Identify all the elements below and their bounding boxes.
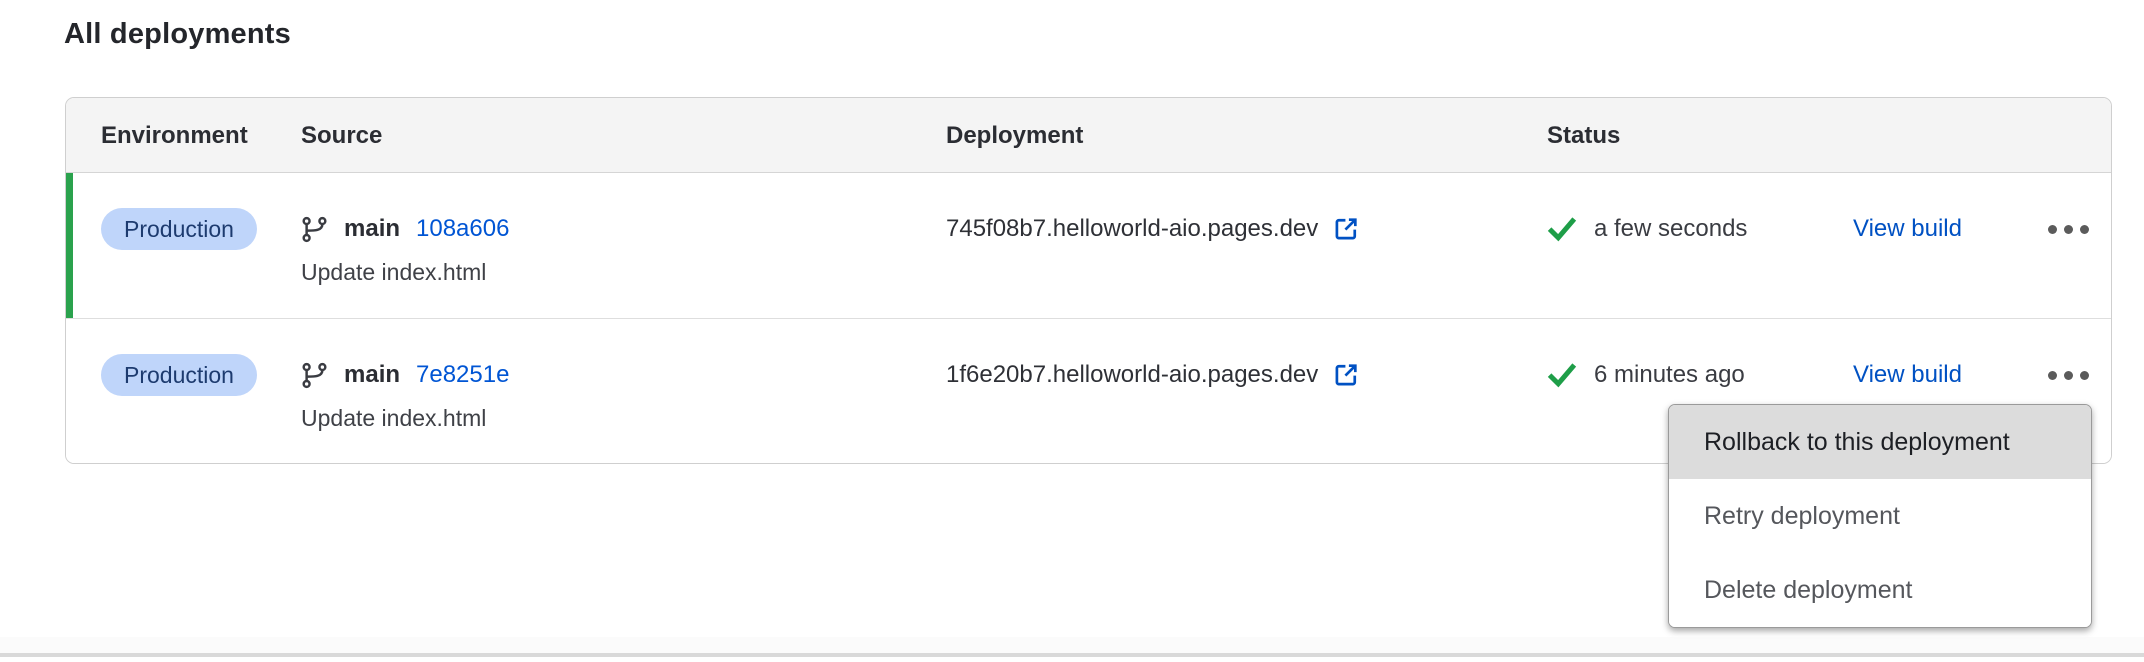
commit-link[interactable]: 108a606 bbox=[416, 215, 509, 243]
current-deployment-indicator bbox=[66, 173, 73, 318]
ellipsis-dot bbox=[2064, 225, 2073, 234]
column-header-environment: Environment bbox=[101, 98, 248, 173]
deployment-cell: 1f6e20b7.helloworld-aio.pages.dev bbox=[946, 354, 1360, 396]
table-row: Production main 108a606 Update index.htm… bbox=[66, 173, 2111, 318]
status-time: a few seconds bbox=[1594, 215, 1747, 243]
git-branch-icon bbox=[301, 362, 328, 389]
footer-band bbox=[0, 637, 2144, 653]
external-link-icon[interactable] bbox=[1332, 361, 1360, 389]
view-build-link[interactable]: View build bbox=[1853, 215, 1962, 243]
check-icon bbox=[1547, 214, 1577, 244]
environment-badge: Production bbox=[101, 208, 257, 250]
ellipsis-dot bbox=[2048, 371, 2057, 380]
column-header-deployment: Deployment bbox=[946, 98, 1083, 173]
ellipsis-dot bbox=[2048, 225, 2057, 234]
source-cell: main 108a606 bbox=[301, 208, 509, 250]
environment-badge: Production bbox=[101, 354, 257, 396]
status-cell: 6 minutes ago bbox=[1547, 354, 1745, 396]
source-cell: main 7e8251e bbox=[301, 354, 509, 396]
ellipsis-dot bbox=[2064, 371, 2073, 380]
deployments-page: All deployments Environment Source Deplo… bbox=[0, 0, 2144, 662]
git-branch-icon bbox=[301, 216, 328, 243]
status-time: 6 minutes ago bbox=[1594, 361, 1745, 389]
ellipsis-dot bbox=[2080, 371, 2089, 380]
commit-message: Update index.html bbox=[301, 405, 486, 432]
deployment-url: 745f08b7.helloworld-aio.pages.dev bbox=[946, 215, 1318, 243]
view-build-link[interactable]: View build bbox=[1853, 361, 1962, 389]
menu-item-rollback[interactable]: Rollback to this deployment bbox=[1669, 405, 2091, 479]
branch-name: main bbox=[344, 215, 400, 243]
commit-message: Update index.html bbox=[301, 259, 486, 286]
menu-item-retry[interactable]: Retry deployment bbox=[1669, 479, 2091, 553]
ellipsis-menu-button[interactable] bbox=[2028, 208, 2108, 250]
view-build-cell: View build bbox=[1853, 354, 1962, 396]
environment-cell: Production bbox=[101, 354, 257, 396]
external-link-icon[interactable] bbox=[1332, 215, 1360, 243]
column-header-status: Status bbox=[1547, 98, 1620, 173]
check-icon bbox=[1547, 360, 1577, 390]
menu-item-delete[interactable]: Delete deployment bbox=[1669, 553, 2091, 627]
commit-link[interactable]: 7e8251e bbox=[416, 361, 509, 389]
view-build-cell: View build bbox=[1853, 208, 1962, 250]
footer-divider bbox=[0, 653, 2144, 657]
table-header-row: Environment Source Deployment Status bbox=[66, 98, 2111, 173]
deployment-cell: 745f08b7.helloworld-aio.pages.dev bbox=[946, 208, 1360, 250]
column-header-source: Source bbox=[301, 98, 382, 173]
ellipsis-dot bbox=[2080, 225, 2089, 234]
deployment-url: 1f6e20b7.helloworld-aio.pages.dev bbox=[946, 361, 1318, 389]
branch-name: main bbox=[344, 361, 400, 389]
status-cell: a few seconds bbox=[1547, 208, 1747, 250]
environment-cell: Production bbox=[101, 208, 257, 250]
deployment-context-menu: Rollback to this deployment Retry deploy… bbox=[1668, 404, 2092, 628]
ellipsis-menu-button[interactable] bbox=[2028, 354, 2108, 396]
page-title: All deployments bbox=[64, 18, 291, 51]
